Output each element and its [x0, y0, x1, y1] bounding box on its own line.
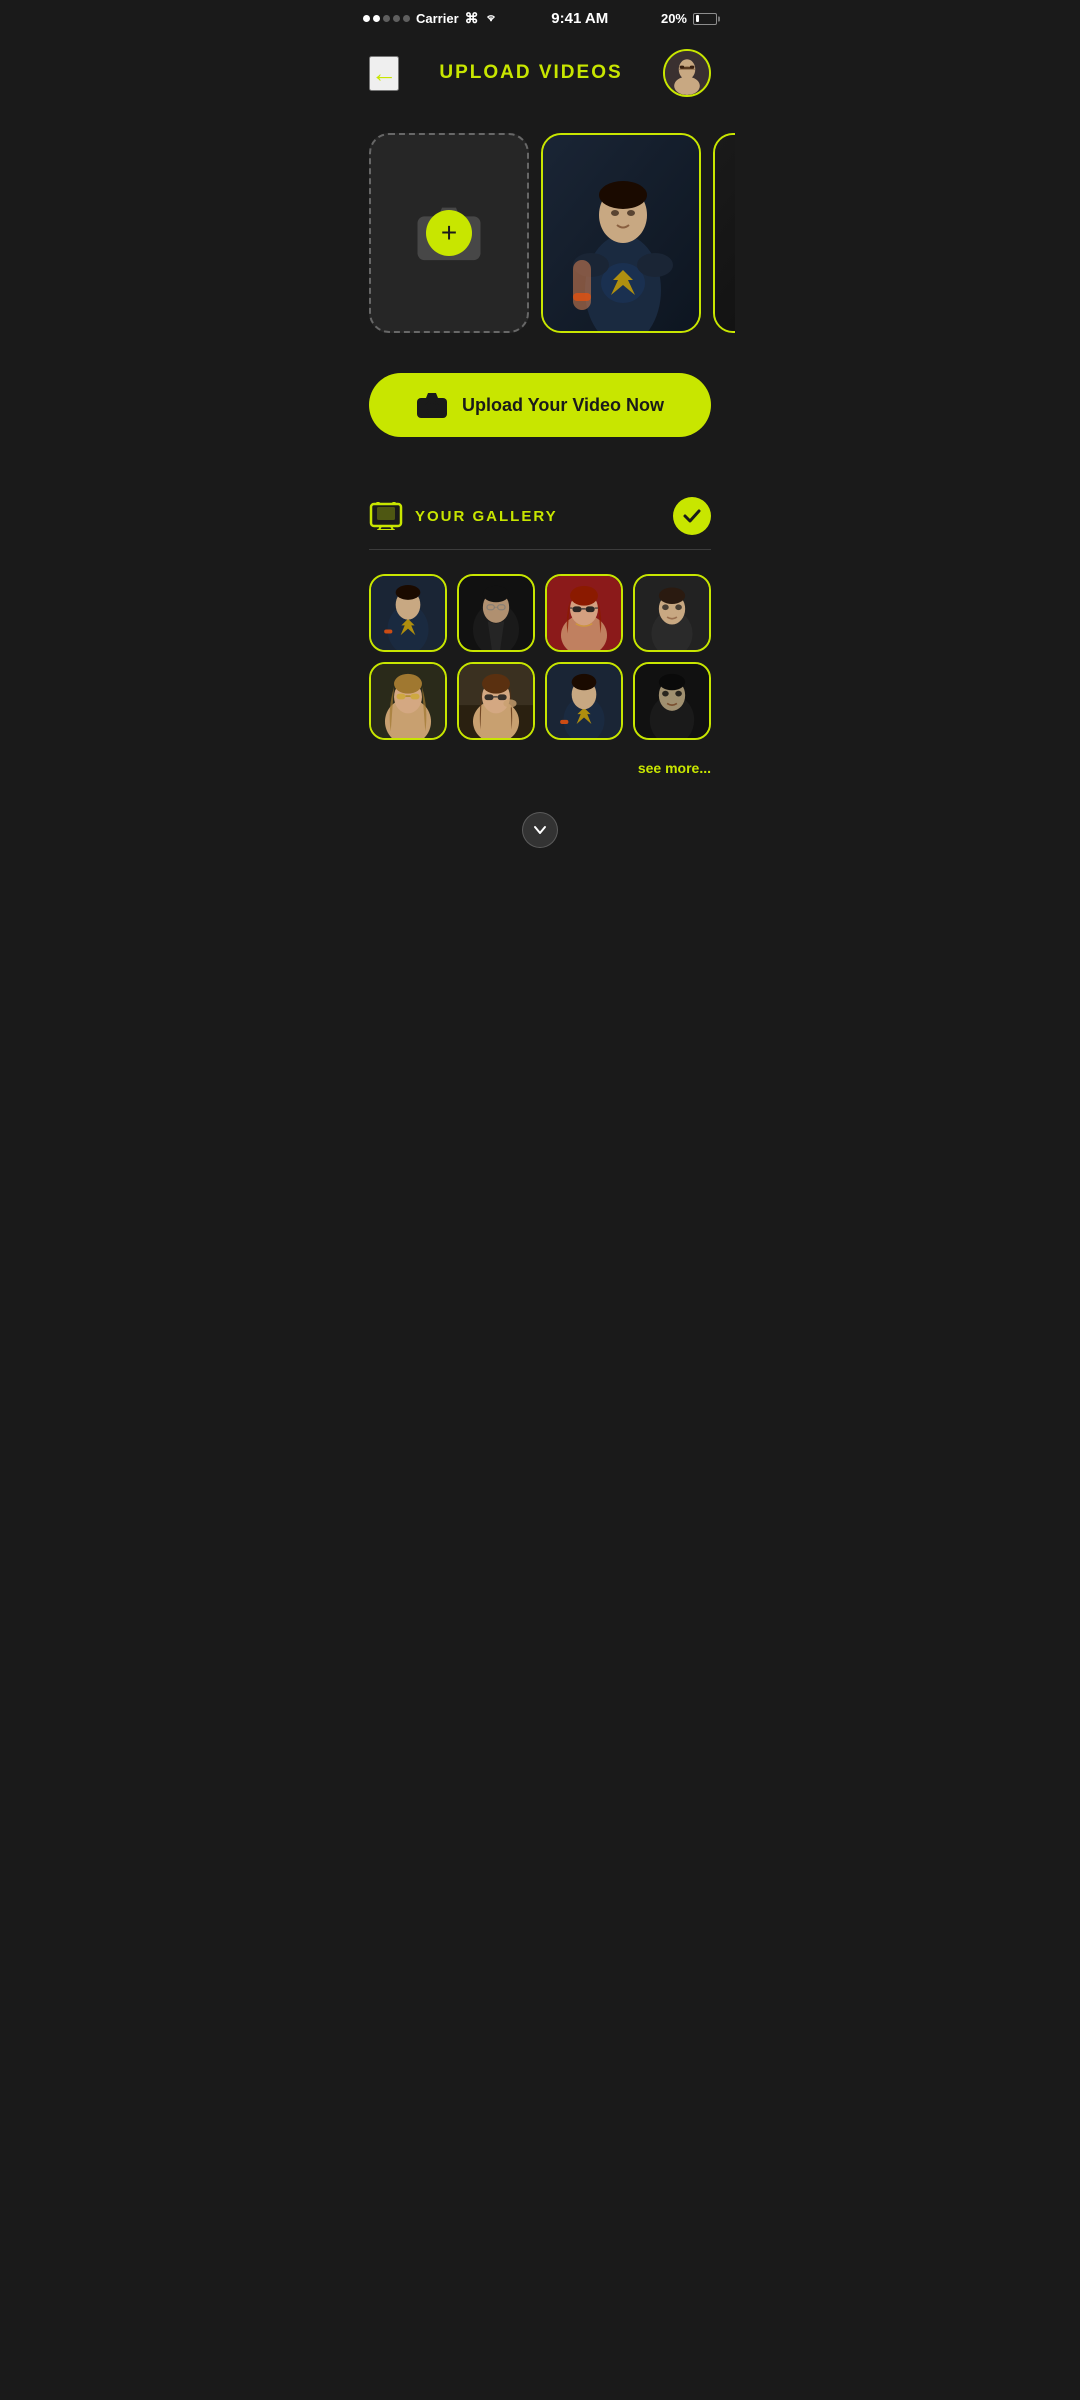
check-icon: [681, 505, 703, 527]
bottom-indicator: [345, 796, 735, 858]
gallery-item-1[interactable]: [369, 574, 447, 652]
status-left: Carrier ⌘: [363, 10, 499, 27]
upload-button[interactable]: Upload Your Video Now: [369, 373, 711, 437]
tv-icon: [369, 502, 403, 530]
see-more-row: see more...: [369, 750, 711, 796]
signal-dot-1: [363, 15, 370, 22]
signal-dots: [363, 15, 410, 22]
scroll-down-button[interactable]: [522, 812, 558, 848]
gallery-item-8[interactable]: [633, 662, 711, 740]
add-button[interactable]: +: [426, 210, 472, 256]
status-bar: Carrier ⌘ 9:41 AM 20%: [345, 0, 735, 33]
gallery-item-4[interactable]: [633, 574, 711, 652]
camera-icon: [416, 391, 448, 419]
status-time: 9:41 AM: [551, 10, 608, 27]
gallery-grid: [369, 574, 711, 740]
wifi-icon: ⌘: [465, 10, 499, 27]
gallery-check-badge: [673, 497, 711, 535]
preview-gallery: [541, 133, 735, 333]
battery-percent: 20%: [661, 11, 687, 26]
upload-button-container: Upload Your Video Now: [345, 363, 735, 467]
signal-dot-5: [403, 15, 410, 22]
status-right: 20%: [661, 11, 717, 26]
gallery-title: YOUR GALLERY: [415, 508, 558, 525]
battery-icon: [693, 13, 717, 25]
upload-area: +: [345, 113, 735, 363]
gallery-item-2[interactable]: [457, 574, 535, 652]
signal-dot-3: [383, 15, 390, 22]
see-more-button[interactable]: see more...: [638, 760, 711, 776]
add-video-placeholder[interactable]: +: [369, 133, 529, 333]
header: ← UPLOAD VIDEOS: [345, 33, 735, 113]
page-title: UPLOAD VIDEOS: [439, 62, 622, 84]
gallery-header: YOUR GALLERY: [369, 497, 711, 550]
gallery-item-6[interactable]: [457, 662, 535, 740]
back-button[interactable]: ←: [369, 56, 399, 91]
gallery-item-7[interactable]: [545, 662, 623, 740]
signal-dot-2: [373, 15, 380, 22]
upload-button-label: Upload Your Video Now: [462, 395, 664, 416]
gallery-section: YOUR GALLERY: [345, 497, 735, 796]
carrier-label: Carrier: [416, 11, 459, 26]
gallery-item-3[interactable]: [545, 574, 623, 652]
signal-dot-4: [393, 15, 400, 22]
down-arrow-icon: [532, 822, 548, 838]
preview-item-2[interactable]: [713, 133, 735, 333]
gallery-title-row: YOUR GALLERY: [369, 502, 558, 530]
preview-item-1[interactable]: [541, 133, 701, 333]
spacer: [345, 467, 735, 497]
gallery-item-5[interactable]: [369, 662, 447, 740]
avatar[interactable]: [663, 49, 711, 97]
